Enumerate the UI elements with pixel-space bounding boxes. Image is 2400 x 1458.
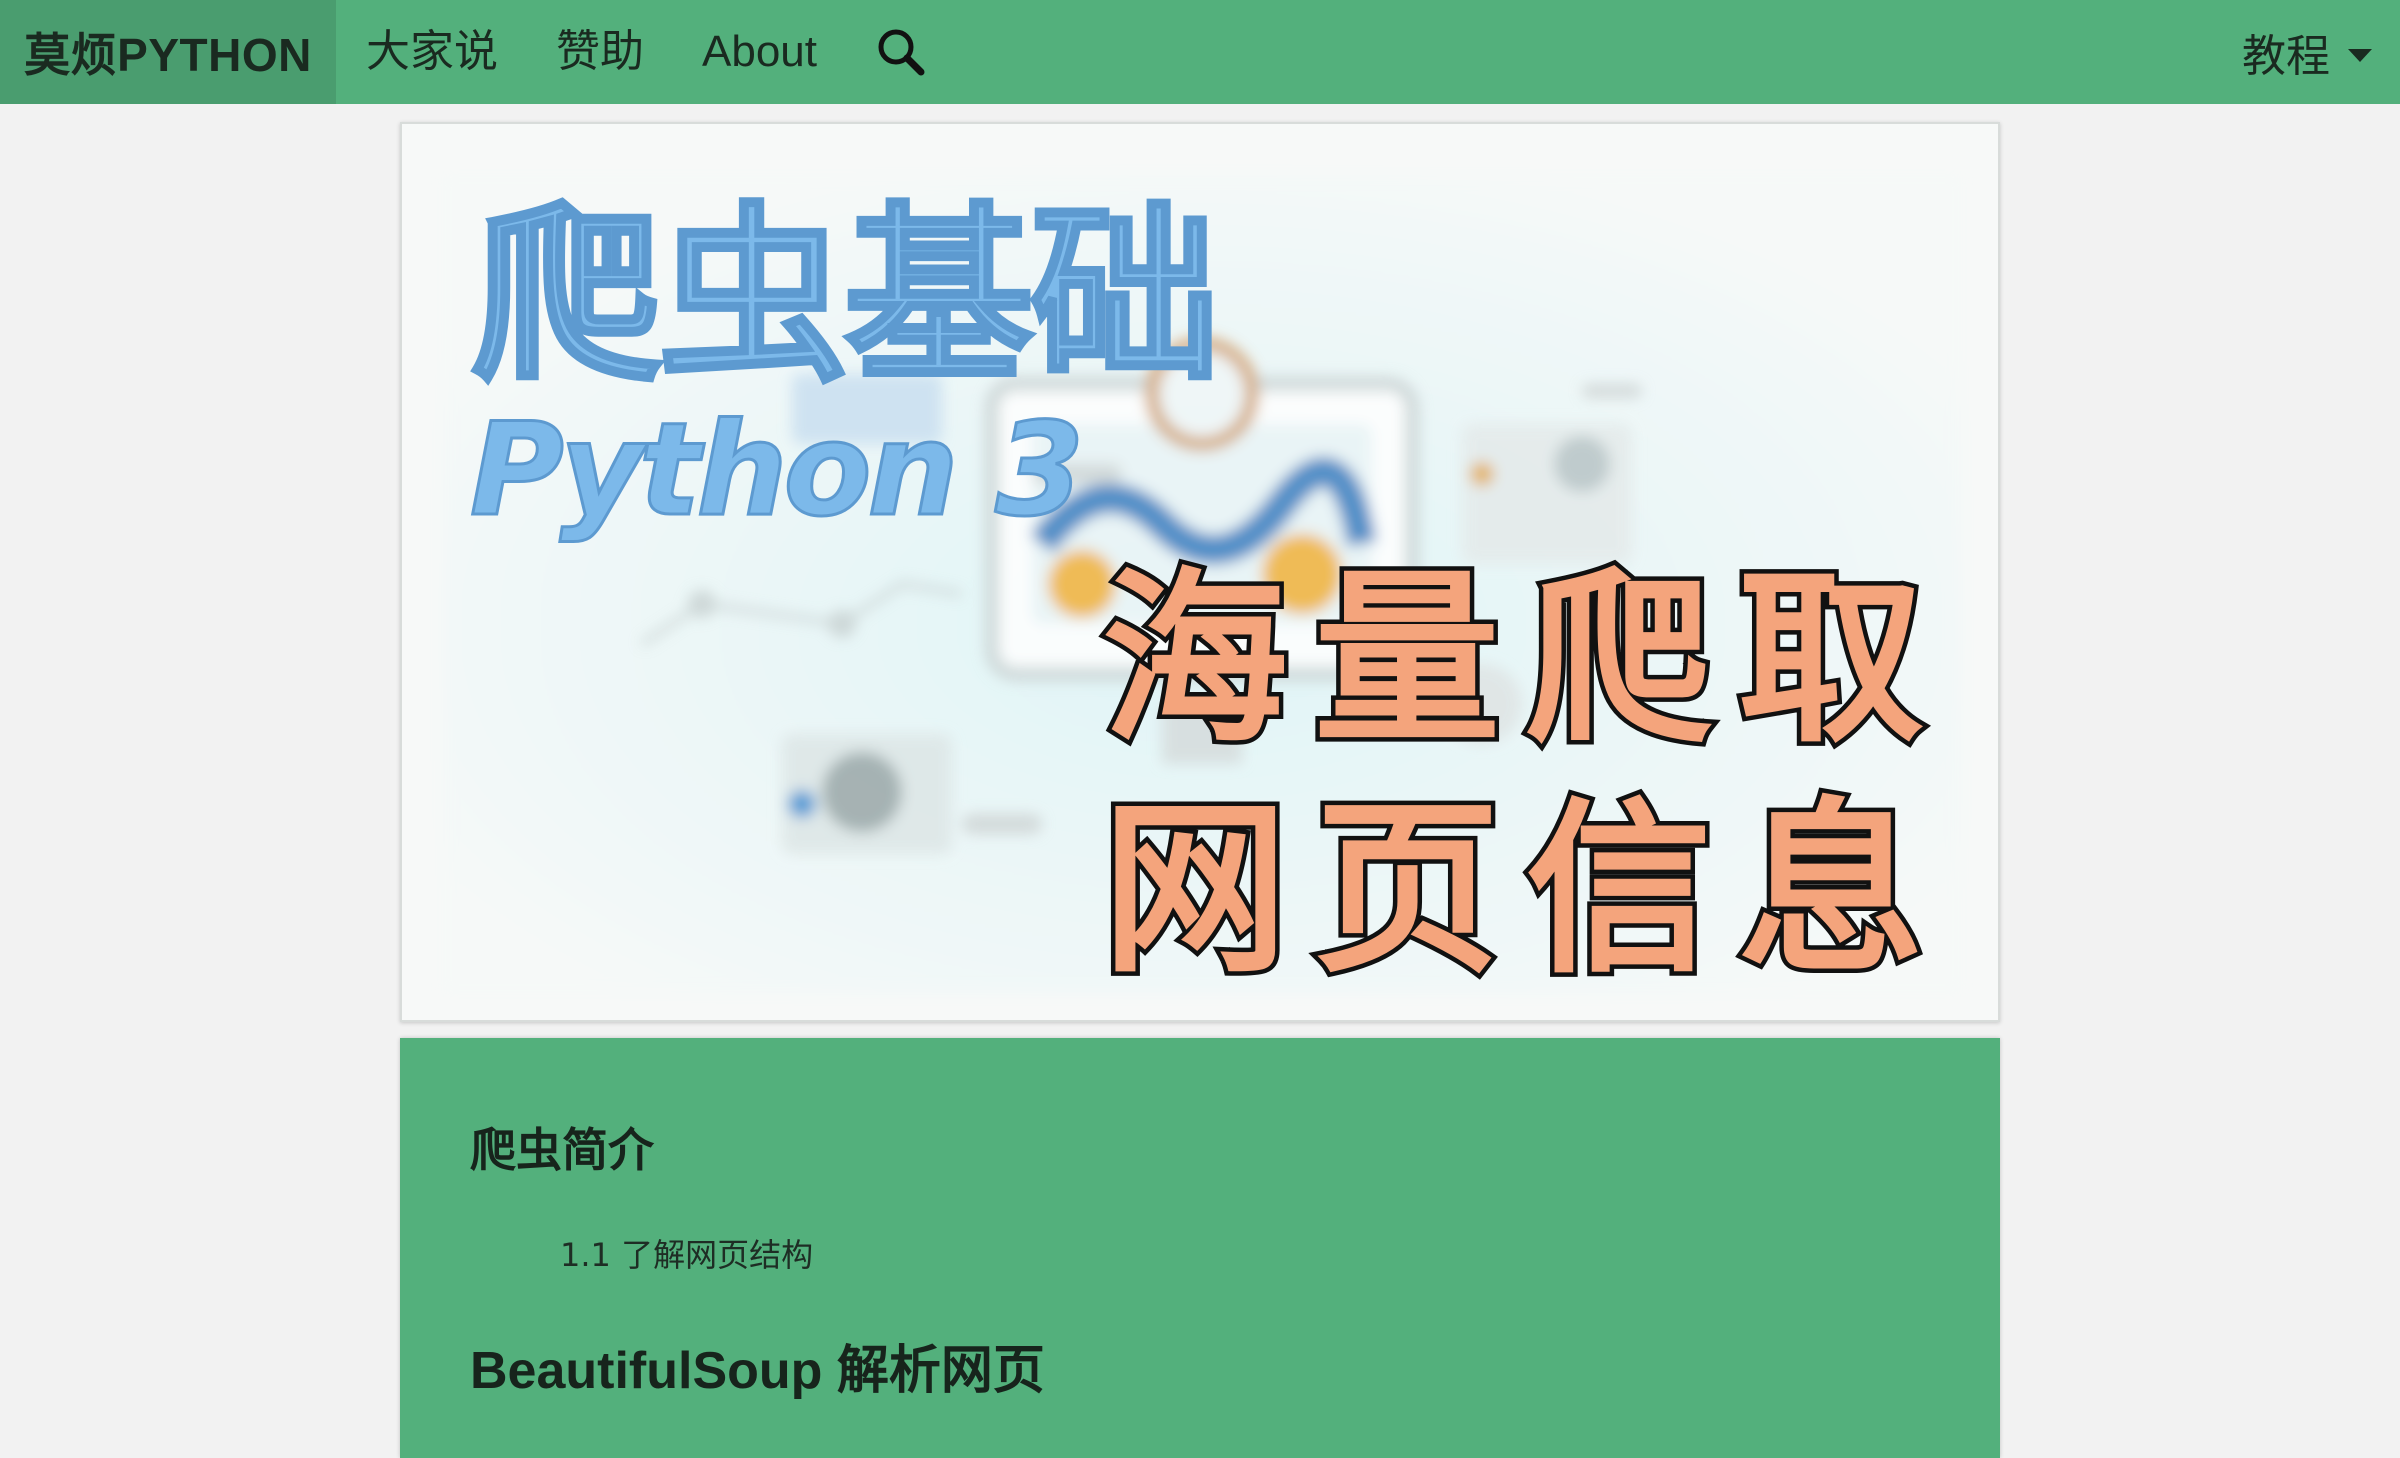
tutorials-dropdown[interactable]: 教程 (2242, 0, 2372, 104)
nav-item-about[interactable]: About (702, 0, 817, 104)
tutorials-dropdown-label: 教程 (2242, 32, 2330, 81)
search-button[interactable] (873, 24, 929, 80)
search-icon (878, 29, 925, 76)
banner-slogan-line1: 海量爬取 (1102, 549, 1950, 768)
banner-slogan-line2: 网页信息 (1102, 779, 1950, 998)
course-banner-image: 爬虫基础 Python 3 海量爬取 网页信息 (400, 122, 2000, 1022)
top-navbar: 莫烦PYTHON 大家说 赞助 About 教程 (0, 0, 2400, 104)
banner-title: 爬虫基础 (472, 186, 1216, 407)
toc-item-web-structure[interactable]: 1.1 了解网页结构 (560, 1230, 813, 1276)
caret-down-icon (2348, 48, 2372, 62)
table-of-contents: 爬虫简介 1.1 了解网页结构 BeautifulSoup 解析网页 (400, 1038, 2000, 1458)
nav-item-comments[interactable]: 大家说 (366, 0, 498, 104)
nav-item-sponsor[interactable]: 赞助 (556, 0, 644, 104)
banner-subtitle: Python 3 (470, 396, 1080, 545)
section-title-intro[interactable]: 爬虫简介 (470, 1114, 654, 1180)
brand-logo[interactable]: 莫烦PYTHON (0, 0, 336, 104)
section-title-beautifulsoup[interactable]: BeautifulSoup 解析网页 (470, 1328, 1045, 1403)
